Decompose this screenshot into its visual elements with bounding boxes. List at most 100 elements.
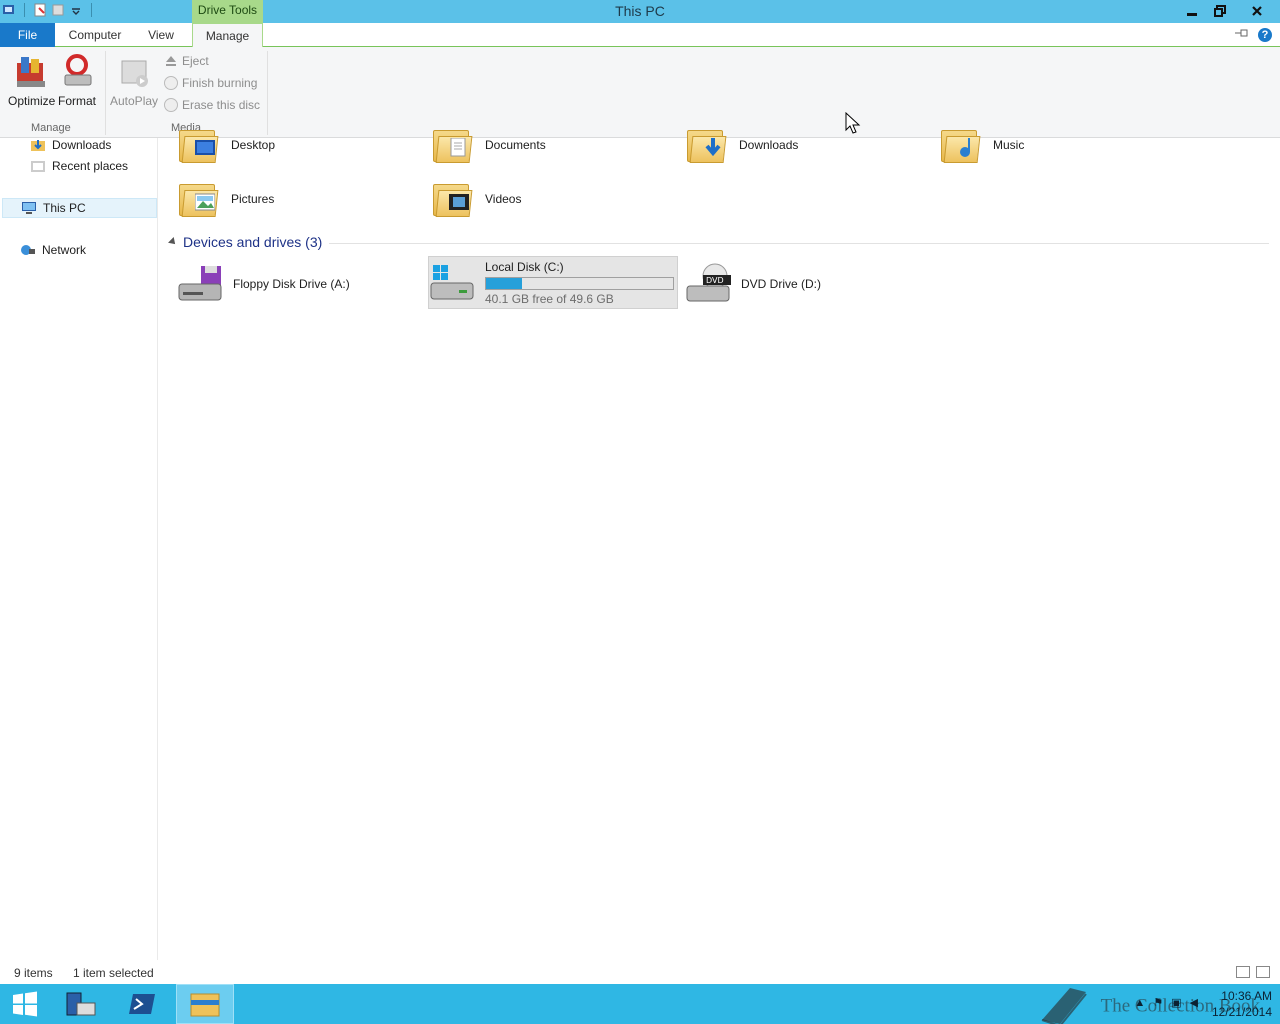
book-logo-icon [1041, 988, 1087, 1024]
erase-disc-button[interactable]: Erase this disc [164, 95, 260, 115]
autoplay-button[interactable]: AutoPlay [110, 53, 158, 108]
downloads-folder-icon [685, 126, 729, 164]
network-icon [21, 245, 35, 255]
show-hidden-icons-icon[interactable]: ▲ [1134, 997, 1145, 1009]
eject-icon [166, 56, 176, 66]
nav-item-recent-places[interactable]: Recent places [30, 156, 128, 176]
help-icon[interactable]: ? [1258, 27, 1272, 42]
close-button[interactable] [1234, 0, 1280, 22]
tab-manage[interactable]: Manage [192, 23, 263, 48]
erase-disc-icon [164, 98, 178, 112]
dvd-drive-icon: DVD [685, 262, 733, 306]
drive-free-space: 40.1 GB free of 49.6 GB [485, 291, 614, 306]
tab-file[interactable]: File [0, 23, 55, 47]
drive-usage-bar [485, 276, 674, 290]
folder-label: Music [993, 138, 1025, 152]
finish-burning-icon [164, 76, 178, 90]
drive-local-disk-c[interactable]: Local Disk (C:) 40.1 GB free of 49.6 GB [428, 256, 678, 309]
nav-item-label: Recent places [52, 159, 129, 173]
drive-floppy[interactable]: Floppy Disk Drive (A:) [177, 258, 350, 310]
folder-label: Documents [485, 138, 546, 152]
devices-section-header[interactable]: Devices and drives (3) [168, 234, 323, 250]
nav-item-label: Downloads [52, 138, 112, 152]
eject-button[interactable]: Eject [164, 51, 209, 71]
recent-places-icon [31, 161, 45, 172]
ribbon-tabs: File Computer View Manage ? [0, 23, 1280, 48]
drive-usage-fill [486, 277, 522, 289]
manage-group-label: Manage [31, 122, 71, 134]
group-separator [105, 51, 106, 135]
clock[interactable]: 10:36 AM 12/21/2014 [1212, 988, 1272, 1020]
folder-downloads[interactable]: Downloads [685, 122, 798, 168]
details-view-icon[interactable] [1236, 966, 1250, 978]
section-divider [329, 243, 1269, 244]
nav-item-this-pc[interactable]: This PC [2, 198, 157, 218]
optimize-label: Optimize [8, 94, 56, 108]
desktop-folder-icon [177, 126, 221, 164]
volume-muted-icon[interactable]: ◀ [1190, 996, 1198, 1009]
minimize-icon [1187, 13, 1197, 16]
system-tray: ▲ ⚑ ▣ ◀ [1134, 996, 1198, 1010]
tab-view[interactable]: View [138, 23, 184, 47]
pin-ribbon-icon[interactable] [1234, 27, 1250, 42]
optimize-button[interactable]: Optimize [8, 53, 56, 108]
action-center-flag-icon[interactable]: ⚑ [1153, 996, 1163, 1009]
collapse-triangle-icon[interactable] [168, 237, 178, 247]
format-icon [59, 53, 95, 91]
window-title: This PC [615, 3, 665, 19]
taskbar: The Collection Book ▲ ⚑ ▣ ◀ 10:36 AM 12/… [0, 984, 1280, 1024]
erase-disc-label: Erase this disc [182, 98, 261, 112]
finish-burning-button[interactable]: Finish burning [164, 73, 257, 93]
file-explorer-button[interactable] [176, 984, 234, 1024]
nav-item-network[interactable]: Network [20, 240, 86, 260]
clock-time: 10:36 AM [1221, 989, 1272, 1003]
item-count: 9 items [14, 966, 53, 980]
optimize-icon [13, 53, 49, 91]
music-folder-icon [939, 126, 983, 164]
status-bar: 9 items 1 item selected [0, 960, 1280, 984]
folder-label: Pictures [231, 192, 275, 206]
folder-music[interactable]: Music [939, 122, 1024, 168]
start-button[interactable] [0, 984, 50, 1024]
nav-item-label: Network [42, 243, 87, 257]
hard-disk-icon [429, 261, 477, 305]
devices-section-title: Devices and drives (3) [183, 234, 323, 250]
restore-icon [1214, 5, 1226, 17]
title-bar: Drive Tools This PC [0, 0, 1280, 23]
pictures-folder-icon [177, 180, 221, 218]
folder-desktop[interactable]: Desktop [177, 122, 275, 168]
restore-button[interactable] [1206, 0, 1234, 22]
downloads-icon [31, 140, 45, 151]
videos-folder-icon [431, 180, 475, 218]
mouse-cursor-icon [845, 112, 861, 134]
folder-label: Videos [485, 192, 522, 206]
folder-documents[interactable]: Documents [431, 122, 546, 168]
powershell-button[interactable] [114, 984, 172, 1024]
folder-pictures[interactable]: Pictures [177, 176, 274, 222]
network-tray-icon[interactable]: ▣ [1171, 996, 1181, 1009]
tab-computer[interactable]: Computer [60, 23, 130, 47]
drive-label: Local Disk (C:) [485, 259, 564, 274]
navigation-pane: Downloads Recent places This PC Network [0, 138, 158, 960]
svg-text:DVD: DVD [706, 276, 724, 285]
folder-videos[interactable]: Videos [431, 176, 521, 222]
drive-dvd[interactable]: DVD DVD Drive (D:) [685, 258, 821, 310]
minimize-button[interactable] [1178, 0, 1206, 22]
eject-label: Eject [182, 54, 209, 68]
clock-date: 12/21/2014 [1211, 1005, 1272, 1019]
format-label: Format [57, 94, 96, 108]
computer-icon [22, 202, 36, 214]
documents-folder-icon [431, 126, 475, 164]
nav-item-label: This PC [43, 201, 86, 215]
view-switcher [1236, 966, 1270, 978]
floppy-drive-icon [177, 262, 225, 306]
server-manager-button[interactable] [52, 984, 110, 1024]
finish-burning-label: Finish burning [182, 76, 258, 90]
nav-item-downloads[interactable]: Downloads [30, 135, 111, 155]
file-explorer-icon [190, 993, 220, 1017]
windows-logo-icon [13, 991, 37, 1017]
format-button[interactable]: Format [54, 53, 100, 108]
large-icons-view-icon[interactable] [1256, 966, 1270, 978]
server-manager-icon [66, 992, 96, 1016]
ribbon-right-controls: ? [1234, 27, 1272, 42]
